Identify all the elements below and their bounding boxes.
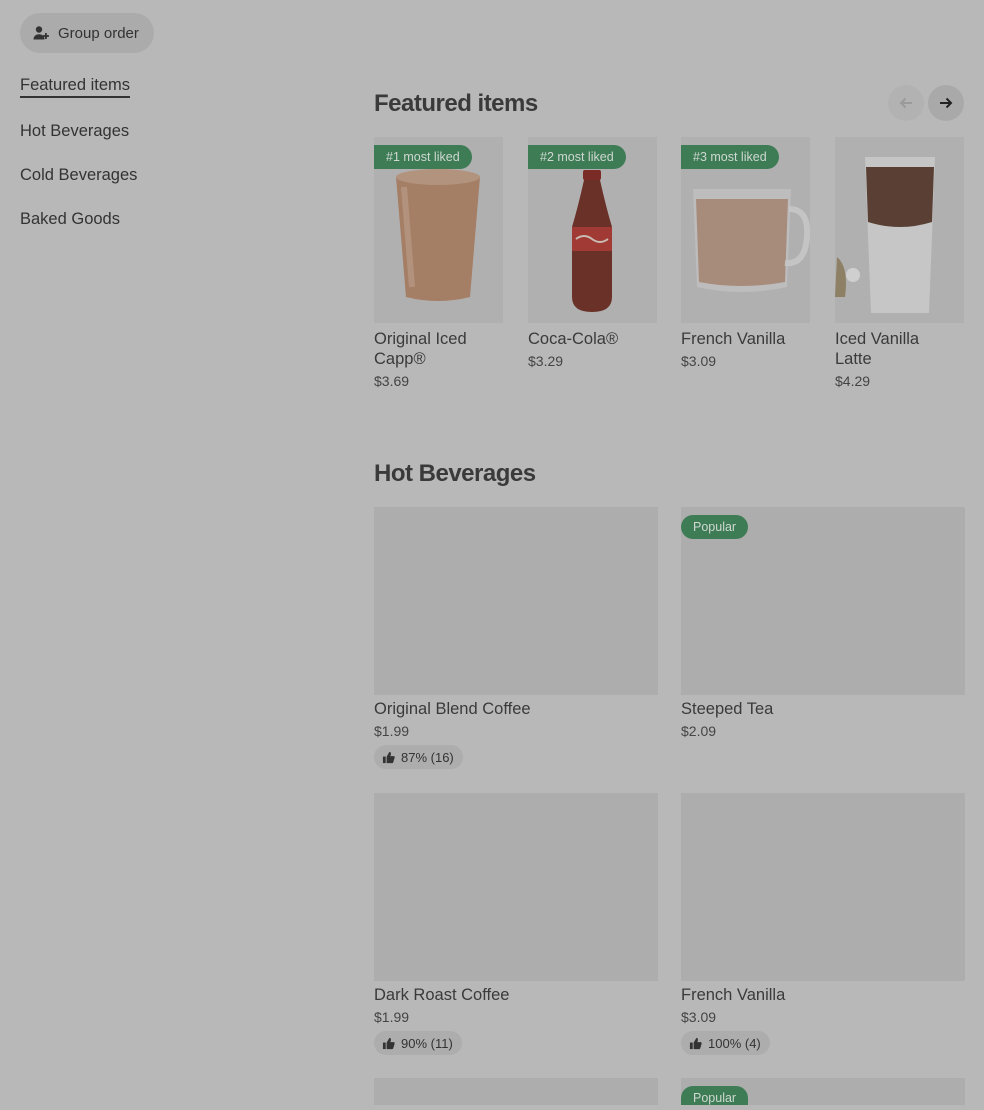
group-order-label: Group order [58, 24, 139, 42]
rating-badge: 100% (4) [681, 1031, 770, 1055]
menu-item-name[interactable]: Original Blend Coffee [374, 699, 531, 719]
featured-item-name-continued[interactable]: Latte [835, 349, 872, 369]
popular-badge: Popular [681, 1086, 749, 1105]
hot-beverages-heading: Hot Beverages [374, 460, 536, 487]
popular-badge: Popular [681, 515, 749, 539]
featured-items-heading: Featured items [374, 90, 538, 117]
rating-text: 100% (4) [708, 1035, 761, 1051]
menu-item-price: $2.09 [681, 723, 717, 739]
menu-item-price: $1.99 [374, 1009, 410, 1025]
menu-item-image[interactable] [374, 507, 658, 695]
featured-item-name[interactable]: Original Iced [374, 329, 467, 349]
most-liked-badge: #1 most liked [374, 145, 472, 169]
featured-item-name[interactable]: Iced Vanilla [835, 329, 919, 349]
sidebar-item-featured-items[interactable]: Featured items [20, 76, 131, 98]
arrow-right-icon [940, 97, 953, 109]
featured-item-name[interactable]: Coca-Cola® [528, 329, 618, 349]
menu-item-name[interactable]: Dark Roast Coffee [374, 985, 509, 1005]
featured-item-price: $3.69 [374, 373, 410, 389]
sidebar-item-cold-beverages[interactable]: Cold Beverages [20, 166, 137, 185]
featured-item-image[interactable] [835, 137, 964, 323]
featured-item-price: $3.09 [681, 353, 717, 369]
group-order-button[interactable]: Group order [20, 13, 154, 53]
menu-item-image[interactable] [681, 793, 965, 981]
menu-item-image[interactable] [374, 793, 658, 981]
thumbs-up-icon [382, 751, 395, 763]
featured-item-price: $3.29 [528, 353, 564, 369]
sidebar-item-baked-goods[interactable]: Baked Goods [20, 210, 120, 229]
featured-item-price: $4.29 [835, 373, 871, 389]
featured-item-name-continued[interactable]: Capp® [374, 349, 426, 369]
menu-item-image[interactable] [374, 1078, 658, 1105]
add-person-icon [33, 26, 49, 40]
rating-badge: 90% (11) [374, 1031, 462, 1055]
menu-item-price: $3.09 [681, 1009, 717, 1025]
most-liked-badge: #3 most liked [681, 145, 779, 169]
rating-badge: 87% (16) [374, 745, 463, 769]
most-liked-badge: #2 most liked [528, 145, 626, 169]
rating-text: 90% (11) [401, 1035, 453, 1051]
sidebar-item-hot-beverages[interactable]: Hot Beverages [20, 122, 129, 141]
carousel-next-button[interactable] [928, 85, 964, 121]
thumbs-up-icon [689, 1037, 702, 1049]
arrow-left-icon [899, 97, 912, 109]
menu-item-price: $1.99 [374, 723, 410, 739]
featured-item-name[interactable]: French Vanilla [681, 329, 785, 349]
iced-vanilla-latte-image [835, 157, 935, 313]
thumbs-up-icon [382, 1037, 395, 1049]
menu-item-name[interactable]: Steeped Tea [681, 699, 773, 719]
rating-text: 87% (16) [401, 749, 454, 765]
carousel-prev-button[interactable] [888, 85, 924, 121]
menu-item-name[interactable]: French Vanilla [681, 985, 785, 1005]
